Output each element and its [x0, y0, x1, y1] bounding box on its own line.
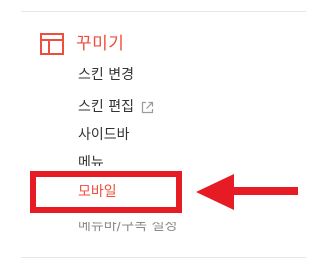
sidebar-menu-panel: 꾸미기 스킨 변경 스킨 편집 사이드바 메뉴 모바일 메뉴바/구독 설정 [0, 0, 306, 272]
menu-item-label: 스킨 편집 [78, 99, 134, 115]
layout-icon [40, 33, 64, 55]
menu-item-menubar-subscribe-settings[interactable]: 메뉴바/구독 설정 [78, 218, 178, 236]
menu-item-menu[interactable]: 메뉴 [78, 153, 104, 171]
highlight-box [30, 171, 182, 213]
top-divider [21, 11, 306, 12]
menu-item-label: 메뉴 [78, 155, 104, 171]
menu-item-label: 스킨 변경 [78, 67, 134, 83]
external-link-icon [141, 101, 154, 113]
bottom-divider [21, 257, 306, 258]
arrow-left-icon [196, 174, 298, 210]
section-header[interactable]: 꾸미기 [40, 31, 124, 57]
menu-item-skin-edit[interactable]: 스킨 편집 [78, 97, 154, 117]
section-title: 꾸미기 [76, 34, 125, 54]
menu-item-label: 메뉴바/구독 설정 [78, 218, 178, 234]
menu-item-label: 사이드바 [78, 127, 130, 143]
menu-item-skin-change[interactable]: 스킨 변경 [78, 65, 134, 85]
menu-item-sidebar[interactable]: 사이드바 [78, 125, 130, 145]
